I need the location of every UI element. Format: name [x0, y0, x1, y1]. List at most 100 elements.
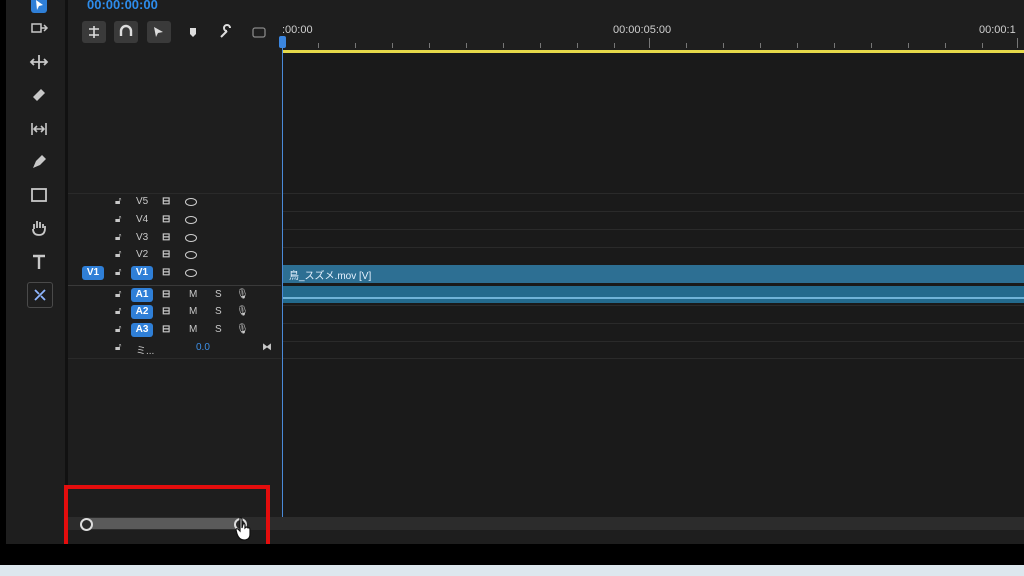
track-header-a2[interactable]: 🔓︎ A2 ⊟ M S 🎙︎	[68, 305, 281, 321]
marker-icon	[190, 28, 196, 37]
hand-icon[interactable]	[26, 215, 52, 241]
solo-button[interactable]: S	[215, 324, 222, 335]
remix-icon[interactable]	[27, 282, 53, 308]
time-ruler[interactable]: :00:00 00:00:05:00 00:00:1	[282, 0, 1024, 50]
lock-icon[interactable]: 🔓︎	[115, 196, 121, 207]
mute-button[interactable]: M	[189, 324, 197, 335]
track-target-a2[interactable]: A2	[131, 305, 153, 319]
lock-icon[interactable]: 🔓︎	[115, 289, 121, 300]
timeline-settings-button[interactable]	[214, 21, 238, 43]
sync-lock-icon[interactable]: ⊟	[162, 324, 170, 335]
insert-overwrite-icon	[89, 26, 99, 38]
sync-lock-icon[interactable]: ⊟	[162, 249, 170, 260]
highlight-box	[64, 485, 270, 551]
track-target-a3[interactable]: A3	[131, 323, 153, 337]
track-header-v1[interactable]: V1 🔓︎ V1 ⊟	[68, 266, 281, 282]
status-strip	[0, 565, 1024, 576]
pen-icon[interactable]	[26, 149, 52, 175]
lock-icon[interactable]: 🔓︎	[115, 324, 121, 335]
sync-lock-icon[interactable]: ⊟	[162, 289, 170, 300]
magnet-icon	[119, 24, 133, 36]
sync-lock-icon[interactable]: ⊟	[162, 306, 170, 317]
captions-button[interactable]	[247, 21, 271, 43]
add-marker-button[interactable]	[181, 21, 205, 43]
mute-button[interactable]: M	[189, 306, 197, 317]
audio-clip[interactable]	[283, 286, 1024, 303]
nest-sequence-button[interactable]	[82, 21, 106, 43]
track-header-v3[interactable]: 🔓︎ V3 ⊟	[68, 231, 281, 247]
track-target-v1[interactable]: V1	[131, 266, 153, 280]
lock-icon[interactable]: 🔓︎	[115, 342, 121, 353]
solo-button[interactable]: S	[215, 289, 222, 300]
video-clip[interactable]: 鳥_スズメ.mov [V]	[283, 265, 1024, 283]
ruler-tick	[686, 43, 687, 48]
ruler-timecode: 00:00:05:00	[613, 24, 672, 36]
ruler-tick	[503, 43, 504, 48]
eye-icon[interactable]	[185, 269, 197, 277]
ruler-tick	[797, 43, 798, 48]
ruler-tick	[982, 43, 983, 48]
eye-icon[interactable]	[185, 216, 197, 224]
ruler-tick	[392, 43, 393, 48]
track-header-mix[interactable]: 🔓︎ ミ... 0.0 ⧓	[68, 341, 281, 357]
eye-icon[interactable]	[185, 198, 197, 206]
sync-lock-icon[interactable]: ⊟	[162, 232, 170, 243]
lock-icon[interactable]: 🔓︎	[115, 214, 121, 225]
video-audio-divider	[68, 285, 281, 286]
source-patch-v1[interactable]: V1	[82, 266, 104, 280]
audio-waveform	[283, 297, 1024, 299]
razor-icon[interactable]	[26, 82, 52, 108]
ruler-tick	[723, 43, 724, 48]
track-header-v2[interactable]: 🔓︎ V2 ⊟	[68, 248, 281, 264]
track-name: V2	[136, 249, 149, 260]
wrench-icon	[220, 24, 231, 38]
ruler-timecode: 00:00:1	[979, 24, 1016, 36]
microphone-icon[interactable]: 🎙︎	[236, 324, 249, 335]
ruler-tick	[908, 43, 909, 48]
sync-lock-icon[interactable]: ⊟	[162, 196, 170, 207]
track-target-a1[interactable]: A1	[131, 288, 153, 302]
mix-volume-value[interactable]: 0.0	[196, 342, 210, 353]
snap-button[interactable]	[114, 21, 138, 43]
eye-icon[interactable]	[185, 251, 197, 259]
playhead-timecode[interactable]: 00:00:00:00	[87, 0, 158, 12]
microphone-icon[interactable]: 🎙︎	[236, 306, 249, 317]
mix-track-name: ミ...	[136, 346, 155, 357]
lock-icon[interactable]: 🔓︎	[115, 249, 121, 260]
eye-icon[interactable]	[185, 234, 197, 242]
header-divider	[68, 358, 281, 359]
track-header-a1[interactable]: 🔓︎ A1 ⊟ M S 🎙︎	[68, 288, 281, 304]
ruler-tick	[1017, 38, 1018, 48]
linked-selection-button[interactable]	[147, 21, 171, 43]
playhead-handle[interactable]	[279, 36, 286, 48]
clip-label: 鳥_スズメ.mov [V]	[289, 271, 372, 282]
track-divider	[282, 341, 1024, 342]
ruler-tick	[871, 43, 872, 48]
rectangle-icon[interactable]	[26, 182, 52, 208]
ruler-tick	[355, 43, 356, 48]
track-area[interactable]	[282, 53, 1024, 517]
lock-icon[interactable]: 🔓︎	[115, 232, 121, 243]
microphone-icon[interactable]: 🎙︎	[236, 289, 249, 300]
ruler-tick	[318, 43, 319, 48]
track-header-v5[interactable]: 🔓︎ V5 ⊟	[68, 195, 281, 211]
mute-button[interactable]: M	[189, 289, 197, 300]
header-divider	[68, 193, 281, 194]
track-name: V3	[136, 232, 149, 243]
type-icon[interactable]	[26, 249, 52, 275]
track-select-icon[interactable]	[26, 16, 52, 42]
track-header-a3[interactable]: 🔓︎ A3 ⊟ M S 🎙︎	[68, 323, 281, 339]
lock-icon[interactable]: 🔓︎	[115, 306, 121, 317]
mix-go-to-icon[interactable]: ⧓	[262, 342, 272, 353]
track-divider	[282, 193, 1024, 194]
track-header-v4[interactable]: 🔓︎ V4 ⊟	[68, 213, 281, 229]
solo-button[interactable]: S	[215, 306, 222, 317]
captions-icon	[252, 27, 266, 38]
track-name: V5	[136, 196, 149, 207]
lock-icon[interactable]: 🔓︎	[115, 267, 121, 278]
sync-lock-icon[interactable]: ⊟	[162, 267, 170, 278]
track-divider	[282, 358, 1024, 359]
sync-lock-icon[interactable]: ⊟	[162, 214, 170, 225]
slip-icon[interactable]	[26, 116, 52, 142]
ripple-edit-icon[interactable]	[26, 49, 52, 75]
